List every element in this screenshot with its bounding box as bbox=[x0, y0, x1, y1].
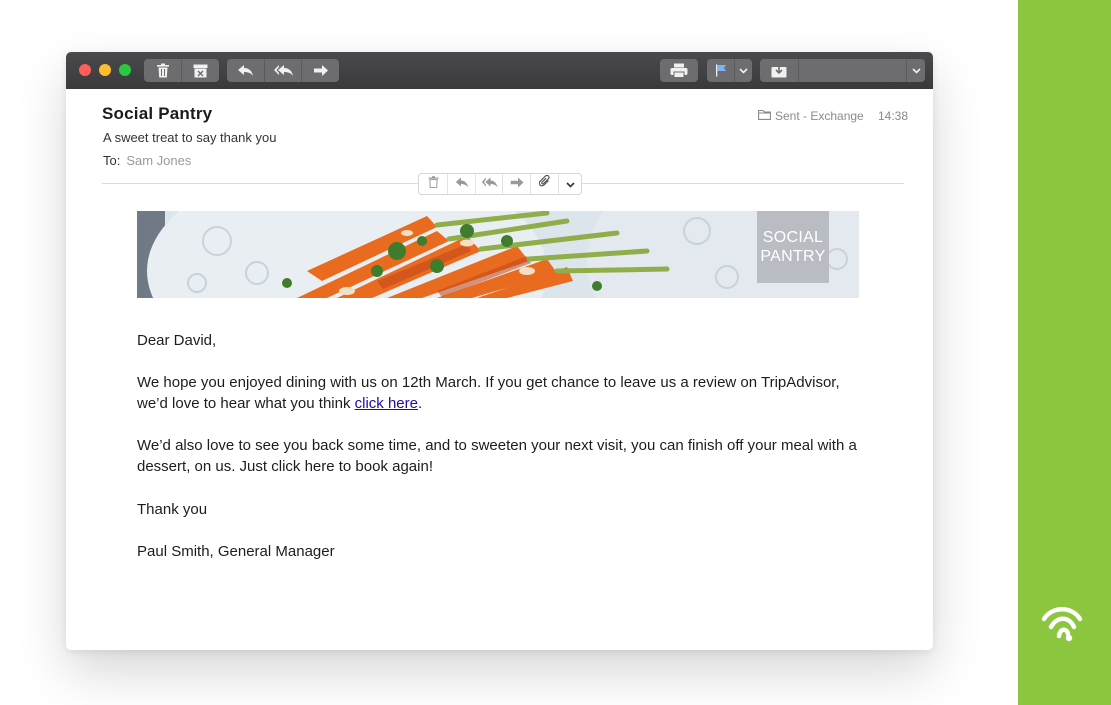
reply-all-icon bbox=[481, 175, 498, 193]
zoom-window-button[interactable] bbox=[119, 64, 131, 76]
paragraph-1-end: . bbox=[417, 395, 423, 412]
attachment-icon bbox=[538, 174, 551, 193]
minimize-window-button[interactable] bbox=[99, 64, 111, 76]
reply-icon bbox=[455, 175, 469, 193]
wifi-icon bbox=[1038, 600, 1086, 644]
chevron-down-icon bbox=[739, 67, 748, 74]
logo-line-1: SOCIAL bbox=[762, 229, 824, 246]
carrots-on-plate-image bbox=[137, 211, 859, 298]
forward-icon bbox=[510, 175, 524, 193]
inline-reply-button[interactable] bbox=[447, 174, 475, 194]
window-toolbar bbox=[66, 52, 933, 89]
message-time: 14:38 bbox=[878, 109, 909, 123]
body-paragraph-1: We hope you enjoyed dining with us on 12… bbox=[137, 372, 867, 414]
email-banner: SOCIAL PANTRY bbox=[137, 211, 859, 298]
move-to-menu-button[interactable] bbox=[906, 59, 925, 82]
flag-menu-button[interactable] bbox=[734, 59, 752, 82]
move-to-group bbox=[760, 59, 925, 82]
forward-icon bbox=[313, 64, 329, 77]
social-pantry-logo: SOCIAL PANTRY bbox=[757, 211, 829, 283]
flag-icon bbox=[715, 64, 727, 77]
reply-all-icon bbox=[273, 64, 294, 77]
mailbox-folder: Sent - Exchange bbox=[758, 109, 864, 123]
inline-more-button[interactable] bbox=[558, 174, 581, 194]
folder-icon bbox=[758, 109, 775, 123]
delete-button[interactable] bbox=[144, 59, 181, 82]
archive-icon bbox=[193, 64, 208, 78]
inline-forward-button[interactable] bbox=[502, 174, 530, 194]
flag-button[interactable] bbox=[707, 59, 734, 82]
sender-name: Social Pantry bbox=[102, 104, 213, 123]
reply-icon bbox=[237, 64, 254, 77]
inline-delete-button[interactable] bbox=[419, 174, 447, 194]
folder-name: Sent - Exchange bbox=[775, 109, 864, 123]
inline-reply-all-button[interactable] bbox=[474, 174, 503, 194]
inline-attachment-button[interactable] bbox=[529, 174, 558, 194]
chevron-down-icon bbox=[566, 175, 575, 193]
message-subject: A sweet treat to say thank you bbox=[103, 130, 277, 145]
flag-group bbox=[707, 59, 752, 82]
reply-button[interactable] bbox=[227, 59, 264, 82]
forward-button[interactable] bbox=[301, 59, 339, 82]
reply-all-button[interactable] bbox=[263, 59, 302, 82]
print-icon bbox=[670, 63, 688, 78]
reply-forward-group bbox=[227, 59, 339, 82]
signature: Paul Smith, General Manager bbox=[137, 543, 335, 560]
chevron-down-icon bbox=[911, 67, 921, 74]
mail-window: Social Pantry A sweet treat to say thank… bbox=[66, 52, 933, 650]
trash-icon bbox=[156, 63, 170, 78]
print-button[interactable] bbox=[660, 59, 698, 82]
recipient-name[interactable]: Sam Jones bbox=[126, 153, 191, 168]
trash-icon bbox=[428, 175, 439, 193]
archive-button[interactable] bbox=[181, 59, 219, 82]
inline-message-toolbar bbox=[418, 173, 582, 195]
to-label: To: bbox=[103, 153, 121, 168]
move-to-icon bbox=[771, 64, 787, 78]
closing: Thank you bbox=[137, 501, 208, 518]
move-to-field[interactable] bbox=[797, 59, 906, 82]
move-to-button[interactable] bbox=[760, 59, 798, 82]
close-window-button[interactable] bbox=[79, 64, 91, 76]
paragraph-1-text: We hope you enjoyed dining with us on 12… bbox=[137, 374, 840, 412]
delete-archive-group bbox=[144, 59, 219, 82]
review-link[interactable]: click here bbox=[355, 395, 418, 412]
greeting: Dear David, bbox=[137, 332, 217, 349]
print-group bbox=[660, 59, 698, 82]
body-paragraph-2: We’d also love to see you back some time… bbox=[137, 437, 857, 475]
logo-line-2: PANTRY bbox=[760, 248, 826, 265]
page: Social Pantry A sweet treat to say thank… bbox=[0, 0, 1111, 705]
recipient-line: To: Sam Jones bbox=[103, 153, 191, 168]
